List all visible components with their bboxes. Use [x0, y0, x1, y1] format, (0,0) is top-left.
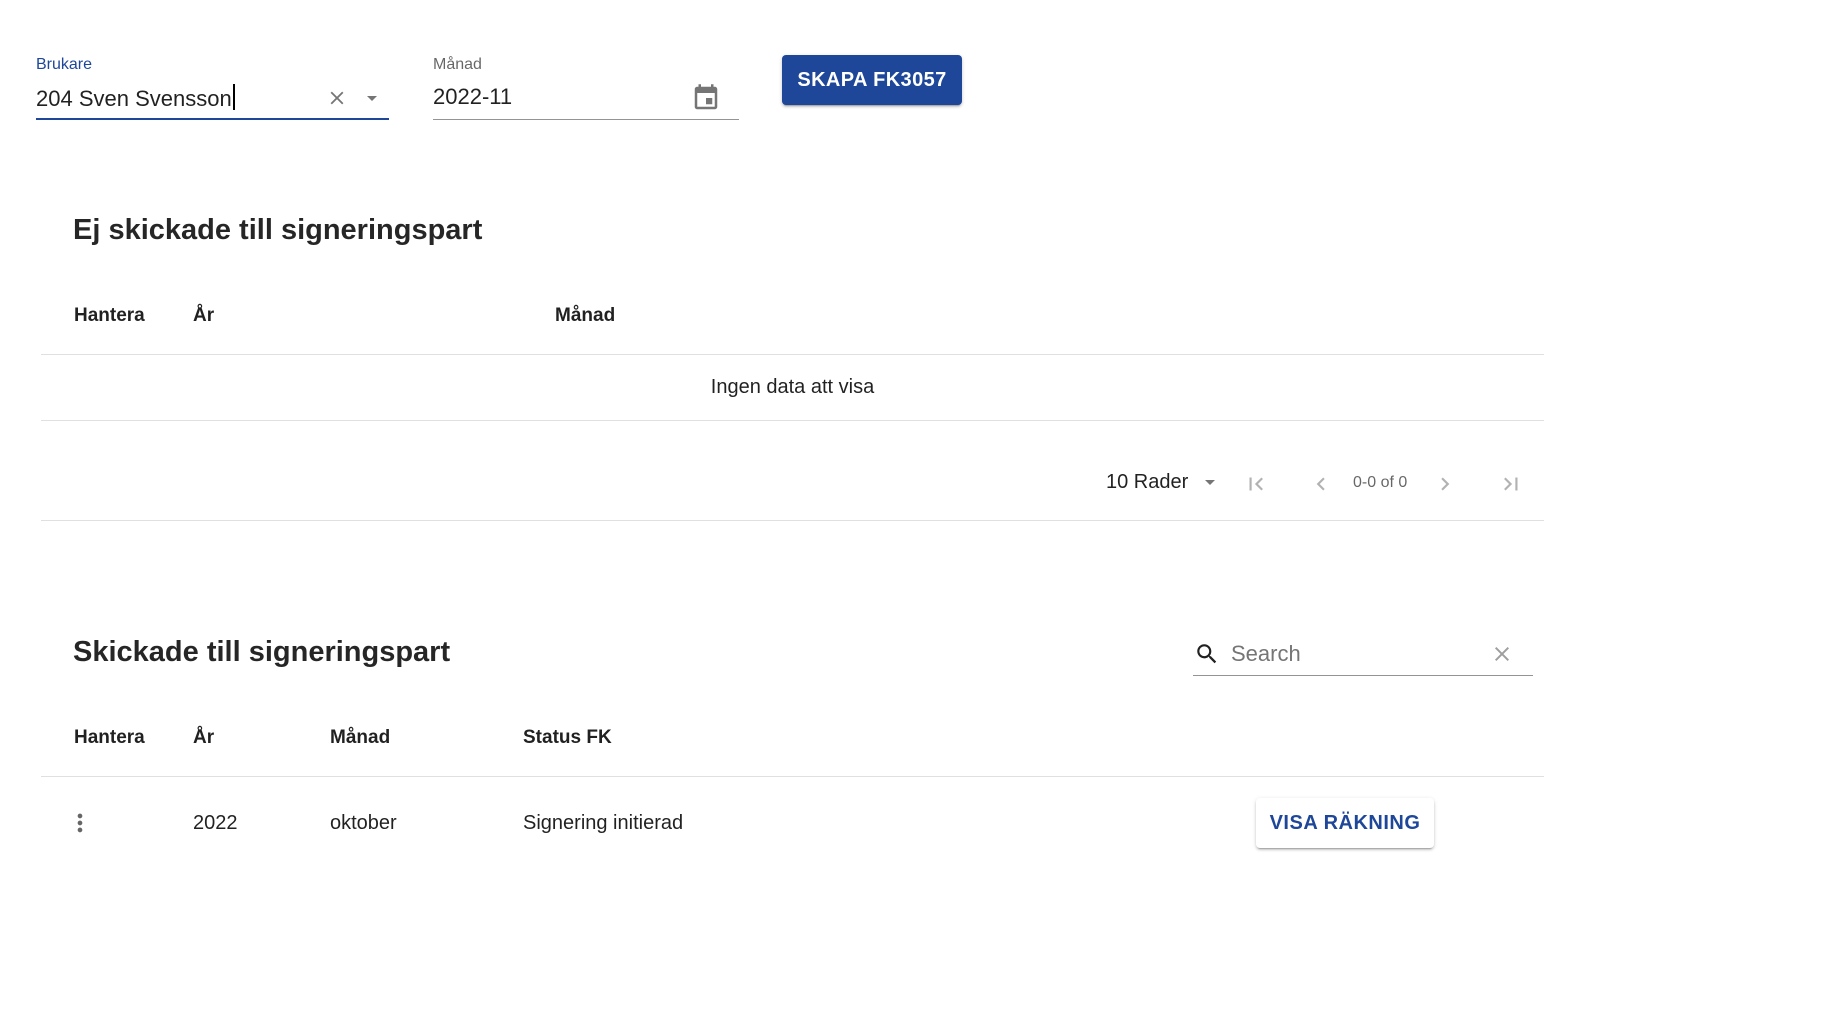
- pagination-range: 0-0 of 0: [1353, 474, 1408, 491]
- more-vert-icon[interactable]: [66, 808, 94, 838]
- sent-title: Skickade till signeringspart: [73, 636, 451, 668]
- brukare-input[interactable]: 204 Sven Svensson: [36, 84, 326, 114]
- search-icon: [1194, 641, 1220, 667]
- cell-month: oktober: [330, 812, 397, 834]
- column-header-hantera[interactable]: Hantera: [74, 305, 145, 327]
- cell-status: Signering initierad: [523, 812, 684, 834]
- empty-message: Ingen data att visa: [710, 376, 875, 398]
- table-divider: [41, 420, 1544, 421]
- manad-input[interactable]: 2022-11: [433, 84, 512, 110]
- header-divider: [41, 776, 1544, 777]
- not-sent-title: Ej skickade till signeringspart: [73, 214, 483, 246]
- first-page-icon[interactable]: [1243, 471, 1269, 497]
- brukare-label: Brukare: [36, 56, 93, 73]
- text-cursor: [232, 84, 235, 110]
- last-page-icon[interactable]: [1498, 471, 1524, 497]
- brukare-value: 204 Sven Svensson: [36, 86, 232, 111]
- column-header-manad[interactable]: Månad: [330, 727, 390, 749]
- manad-underline: [433, 119, 739, 120]
- next-page-icon[interactable]: [1432, 471, 1458, 497]
- column-header-ar[interactable]: År: [193, 727, 214, 749]
- previous-page-icon[interactable]: [1308, 471, 1334, 497]
- search-input[interactable]: [1231, 638, 1481, 670]
- skapa-fk3057-button[interactable]: SKAPA FK3057: [782, 55, 962, 105]
- brukare-underline: [36, 118, 389, 120]
- clear-icon[interactable]: [326, 87, 348, 109]
- header-divider: [41, 354, 1544, 355]
- manad-label: Månad: [433, 56, 482, 73]
- column-header-ar[interactable]: År: [193, 305, 214, 327]
- column-header-status-fk[interactable]: Status FK: [523, 727, 612, 749]
- rows-per-page-label: 10 Rader: [1106, 470, 1189, 493]
- column-header-hantera[interactable]: Hantera: [74, 727, 145, 749]
- chevron-down-icon: [1198, 470, 1222, 494]
- rows-per-page-select[interactable]: 10 Rader: [1106, 470, 1222, 494]
- cell-year: 2022: [193, 812, 238, 834]
- pagination-divider: [41, 520, 1544, 521]
- clear-search-icon[interactable]: [1490, 642, 1514, 666]
- visa-rakning-button[interactable]: VISA RÄKNING: [1256, 798, 1434, 848]
- calendar-icon[interactable]: [691, 83, 721, 113]
- search-underline: [1193, 675, 1533, 676]
- chevron-down-icon[interactable]: [360, 86, 384, 110]
- column-header-manad[interactable]: Månad: [555, 305, 615, 327]
